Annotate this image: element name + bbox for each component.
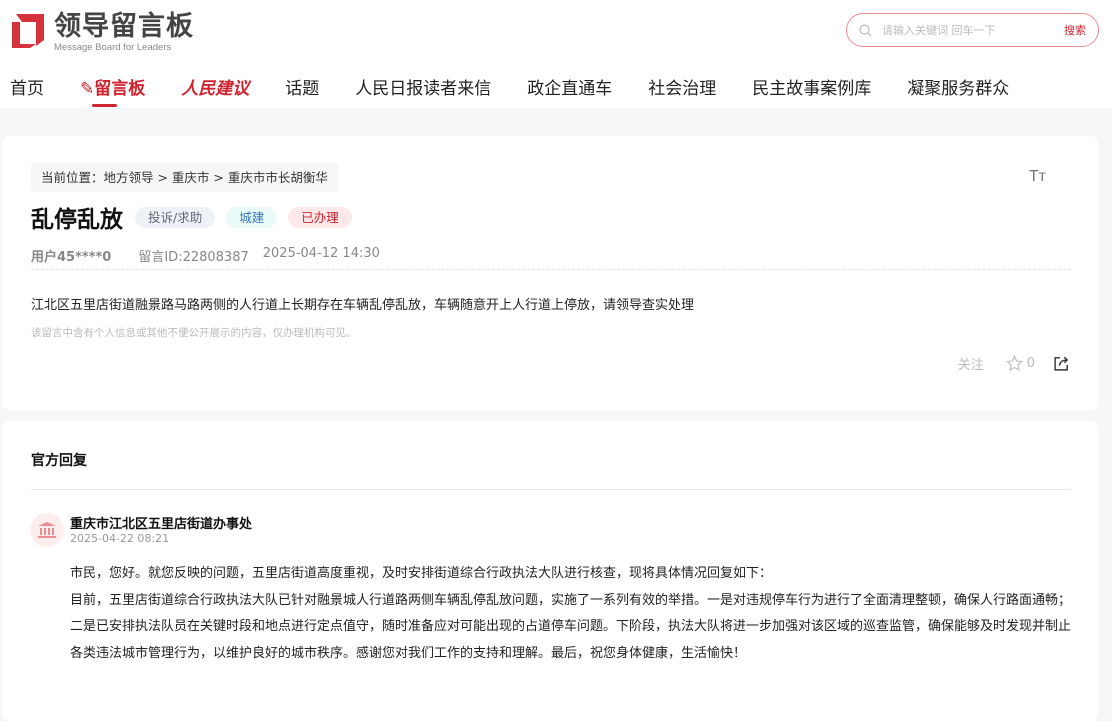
main-nav: 首页 ✎留言板 人民建议 话题 人民日报读者来信 政企直通车 社会治理 民主故事… <box>10 74 1045 99</box>
logo[interactable]: 领导留言板 Message Board for Leaders <box>10 12 194 53</box>
search-box: 搜索 <box>846 13 1099 47</box>
avatar <box>30 513 64 547</box>
nav-readers-letters[interactable]: 人民日报读者来信 <box>355 74 491 99</box>
logo-subtitle: Message Board for Leaders <box>54 42 194 53</box>
nav-democracy-cases[interactable]: 民主故事案例库 <box>752 74 871 99</box>
divider <box>31 269 1071 270</box>
header: 领导留言板 Message Board for Leaders 搜索 首页 ✎留… <box>0 0 1112 108</box>
reply-heading: 官方回复 <box>31 450 87 470</box>
reply-text: 目前，五里店街道综合行政执法大队已针对融景城人行道路两侧车辆乱停乱放问题，实施了… <box>70 588 1075 668</box>
logo-title: 领导留言板 <box>54 12 194 42</box>
logo-icon <box>10 12 46 48</box>
nav-home[interactable]: 首页 <box>10 74 44 99</box>
reply-org: 重庆市江北区五里店街道办事处 <box>70 513 252 532</box>
nav-topics[interactable]: 话题 <box>285 74 319 99</box>
nav-message-board[interactable]: ✎留言板 <box>80 74 145 99</box>
edit-icon: ✎ <box>80 79 94 99</box>
message-id: 留言ID:22808387 <box>138 246 248 265</box>
privacy-note: 该留言中含有个人信息或其他不便公开展示的内容，仅办理机构可见。 <box>31 325 357 340</box>
reply-content: 市民，您好。就您反映的问题，五里店街道高度重视，及时安排街道综合行政执法大队进行… <box>70 561 1075 667</box>
page-title: 乱停乱放 <box>31 200 123 234</box>
share-icon[interactable] <box>1053 355 1070 372</box>
reply-card: 官方回复 重庆市江北区五里店街道办事处 2025-04-22 08:21 市民，… <box>2 421 1098 721</box>
category-tag: 投诉/求助 <box>135 207 215 228</box>
reply-greeting: 市民，您好。就您反映的问题，五里店街道高度重视，及时安排街道综合行政执法大队进行… <box>70 561 1075 588</box>
follow-button[interactable]: 关注 <box>958 354 984 373</box>
user-name: 用户45****0 <box>31 246 111 265</box>
search-icon <box>859 24 872 37</box>
divider <box>31 489 1071 490</box>
message-card: 当前位置：地方领导 > 重庆市 > 重庆市市长胡衡华 Tт 乱停乱放 投诉/求助… <box>2 136 1098 410</box>
message-body: 江北区五里店街道融景路马路两侧的人行道上长期存在车辆乱停乱放，车辆随意开上人行道… <box>31 294 694 313</box>
nav-social-governance[interactable]: 社会治理 <box>648 74 716 99</box>
nav-message-board-label: 留言板 <box>94 79 145 99</box>
star-count: 0 <box>1027 356 1035 371</box>
font-size-icon[interactable]: Tт <box>1029 168 1046 186</box>
domain-tag: 城建 <box>226 207 277 228</box>
star-icon[interactable] <box>1006 355 1023 372</box>
nav-serve-people[interactable]: 凝聚服务群众 <box>907 74 1009 99</box>
message-time: 2025-04-12 14:30 <box>263 246 380 265</box>
nav-gov-business[interactable]: 政企直通车 <box>527 74 612 99</box>
status-badge: 已办理 <box>288 207 352 228</box>
search-input[interactable] <box>882 24 1064 37</box>
nav-people-suggestions[interactable]: 人民建议 <box>181 74 249 99</box>
government-building-icon <box>37 521 57 539</box>
search-button[interactable]: 搜索 <box>1064 22 1086 38</box>
reply-date: 2025-04-22 08:21 <box>70 532 169 545</box>
breadcrumb: 当前位置：地方领导 > 重庆市 > 重庆市市长胡衡华 <box>31 163 338 192</box>
